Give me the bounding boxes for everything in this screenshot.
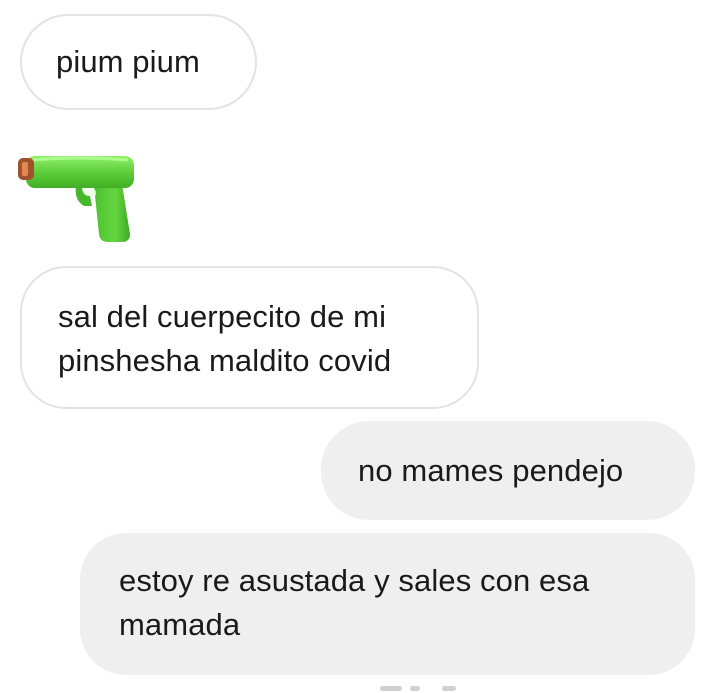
received-message-bubble[interactable]: sal del cuerpecito de mi pinshesha maldi… [20, 266, 479, 409]
sent-message-bubble[interactable]: estoy re asustada y sales con esa mamada [80, 533, 695, 675]
message-text-line: pinshesha maldito covid [58, 343, 392, 378]
water-pistol-icon[interactable] [18, 150, 138, 245]
sent-message-bubble[interactable]: no mames pendejo [321, 421, 695, 520]
message-text-line: estoy re asustada y sales con esa [119, 563, 590, 598]
message-text: pium pium [56, 44, 200, 79]
message-text-line: mamada [119, 607, 241, 642]
cut-off-glyph [410, 686, 420, 691]
message-text-line: sal del cuerpecito de mi [58, 299, 387, 334]
message-text: no mames pendejo [358, 453, 624, 488]
cut-off-glyph [442, 686, 456, 691]
cut-off-message-edge [380, 686, 470, 693]
received-message-bubble[interactable]: pium pium [20, 14, 257, 110]
cut-off-glyph [380, 686, 402, 691]
water-pistol-icon-graphic [18, 156, 134, 242]
